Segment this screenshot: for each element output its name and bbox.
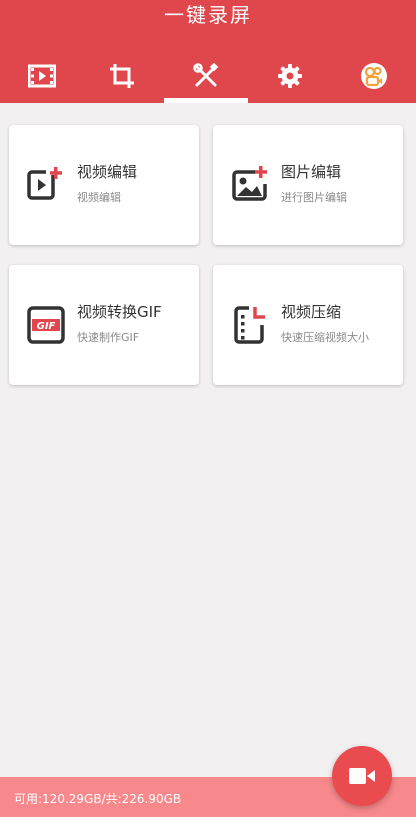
image-edit-icon [232,166,267,201]
card-title: 视频压缩 [281,303,342,321]
app-bar: 一键录屏 [0,0,416,103]
tab-settings[interactable] [248,52,332,100]
active-tab-indicator [164,98,248,103]
video-camera-icon [349,768,375,784]
storage-text: 可用:120.29GB/共:226.90GB [14,792,182,806]
svg-text:GIF: GIF [37,321,56,332]
film-icon [28,64,56,88]
card-subtitle: 进行图片编辑 [281,191,347,204]
card-video-edit[interactable]: 视频编辑 视频编辑 [9,125,199,245]
card-subtitle: 快速压缩视频大小 [281,331,369,344]
card-title: 视频转换GIF [77,303,162,321]
gear-icon [278,64,302,88]
gif-icon: GIF [27,306,65,344]
kuaishou-app-icon [361,63,387,89]
compress-icon [234,306,265,344]
tools-icon [193,63,219,87]
card-title: 视频编辑 [77,163,138,181]
video-edit-icon [27,167,62,200]
card-subtitle: 视频编辑 [77,191,121,204]
card-video-to-gif[interactable]: GIF 视频转换GIF 快速制作GIF [9,265,199,385]
tab-tools[interactable] [164,52,248,100]
card-video-compress[interactable]: 视频压缩 快速压缩视频大小 [213,265,403,385]
card-image-edit[interactable]: 图片编辑 进行图片编辑 [213,125,403,245]
card-title: 图片编辑 [281,163,342,181]
tab-crop[interactable] [80,52,164,100]
card-subtitle: 快速制作GIF [77,331,140,344]
crop-icon [110,64,134,88]
tab-film[interactable] [0,52,84,100]
tab-kuaishou[interactable] [332,52,416,100]
app-title: 一键录屏 [164,3,252,27]
record-button[interactable] [332,746,392,806]
